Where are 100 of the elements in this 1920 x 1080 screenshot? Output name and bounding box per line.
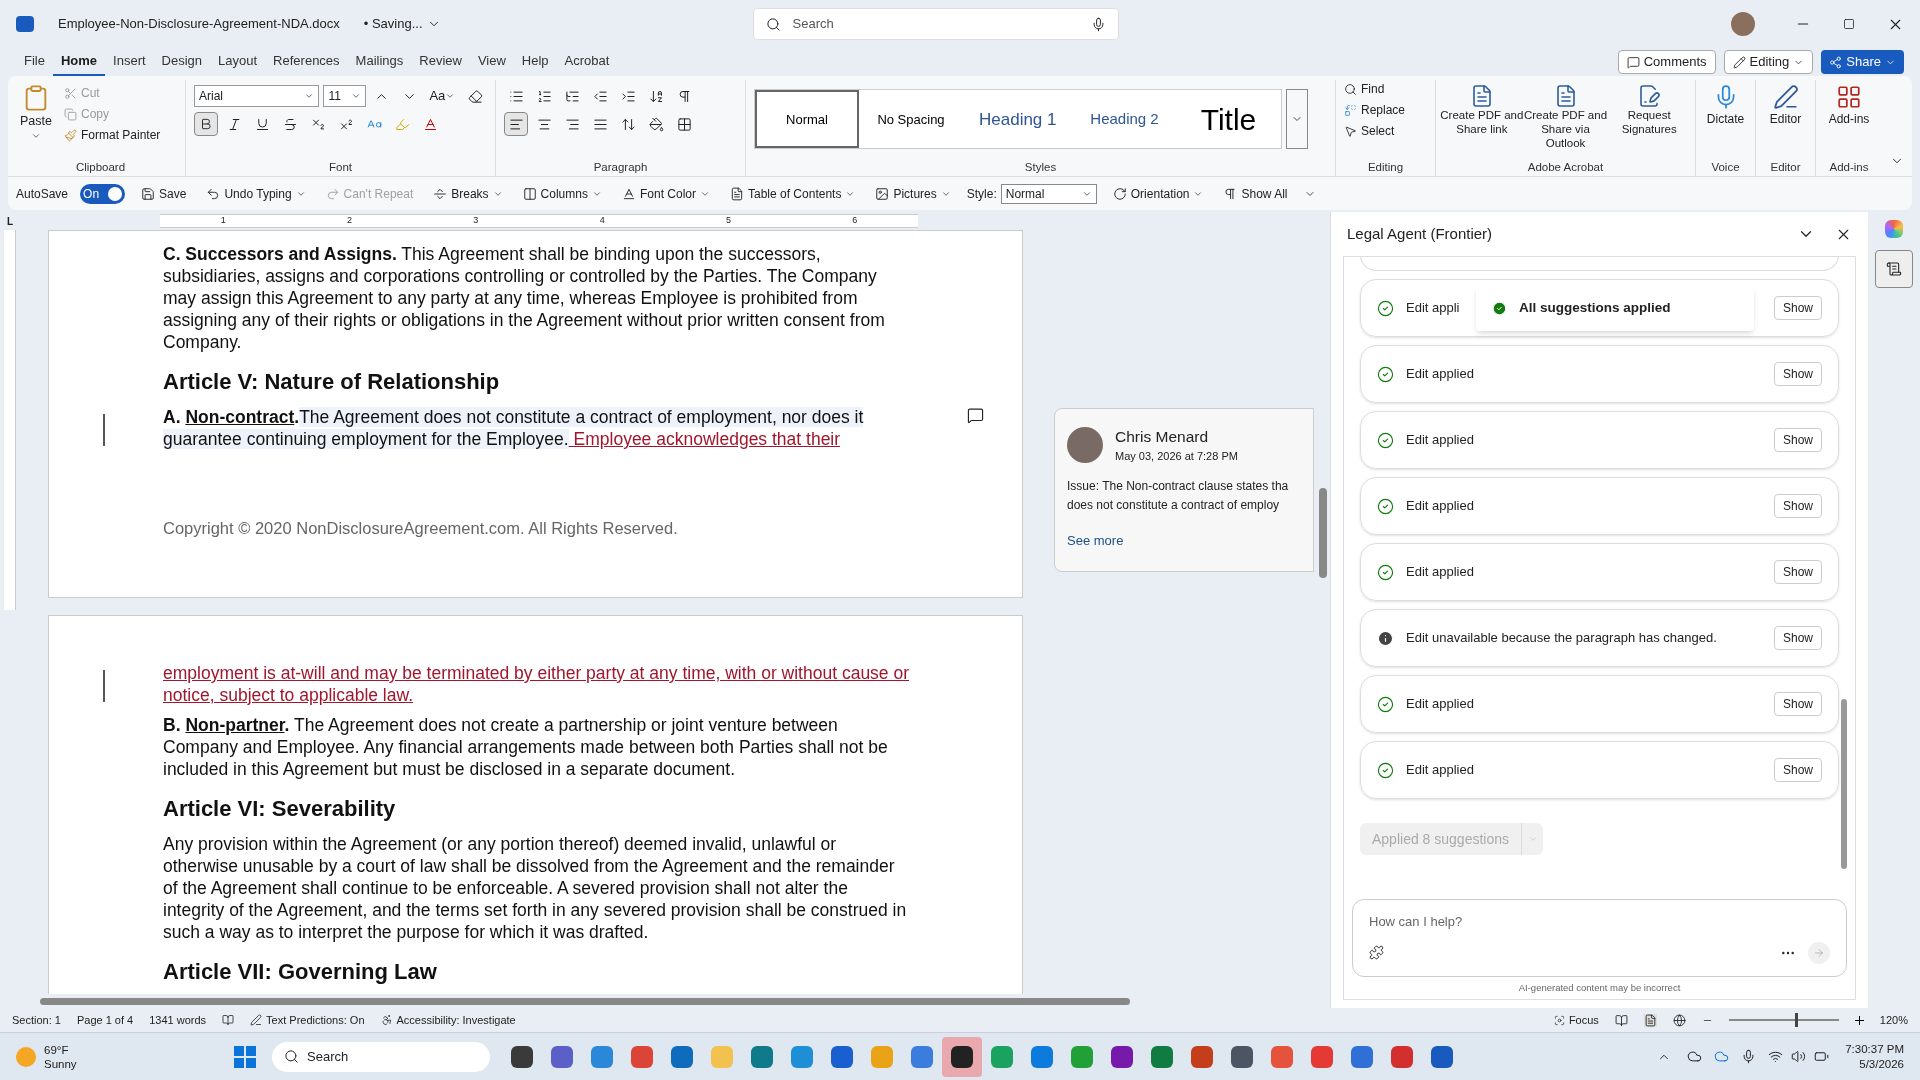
- bold-icon[interactable]: [199, 117, 213, 131]
- toolbar-button[interactable]: Orientation: [1108, 181, 1208, 206]
- menu-tab[interactable]: Review: [411, 48, 470, 76]
- decrease-indent-icon[interactable]: [592, 88, 608, 104]
- volume-icon[interactable]: [1791, 1049, 1807, 1064]
- font-name-field[interactable]: Arial: [194, 85, 320, 107]
- align-right-icon[interactable]: [564, 116, 580, 132]
- puzzle-icon[interactable]: [1369, 945, 1384, 961]
- format-painter-button[interactable]: Format Painter: [64, 126, 161, 144]
- bullets-icon[interactable]: [508, 88, 524, 104]
- search-field[interactable]: Search: [752, 8, 1119, 40]
- menu-tab[interactable]: Help: [513, 48, 557, 76]
- menu-tab[interactable]: Insert: [105, 48, 154, 76]
- paint-bucket-icon[interactable]: [648, 116, 664, 132]
- toolbar-button[interactable]: Breaks: [429, 181, 507, 206]
- style-option[interactable]: Normal: [755, 90, 859, 149]
- toolbar-button[interactable]: Undo Typing: [202, 181, 310, 206]
- zoom-slider[interactable]: [1728, 1013, 1839, 1027]
- line-spacing-icon[interactable]: [620, 116, 636, 132]
- copilot-icon[interactable]: [1885, 220, 1903, 238]
- toolbar-button[interactable]: Pictures: [871, 181, 955, 206]
- microphone-icon[interactable]: [1741, 1049, 1757, 1064]
- font-size-field[interactable]: 11: [323, 85, 367, 107]
- show-button[interactable]: Show: [1773, 560, 1822, 584]
- restore-icon[interactable]: [1843, 18, 1855, 30]
- start-icon[interactable]: [234, 1045, 256, 1068]
- numbering-icon[interactable]: [536, 88, 552, 104]
- scroll-icon[interactable]: [1886, 261, 1902, 277]
- justify-icon[interactable]: [592, 116, 608, 132]
- select-button[interactable]: Select: [1344, 122, 1427, 140]
- show-button[interactable]: Show: [1773, 296, 1822, 320]
- acrobat-button[interactable]: Create PDF and Share link: [1440, 80, 1524, 159]
- menu-tab[interactable]: View: [469, 48, 514, 76]
- see-more-link[interactable]: See more: [1067, 530, 1301, 551]
- chat-input-field[interactable]: How can I help?: [1352, 898, 1847, 977]
- book-icon[interactable]: [222, 1014, 235, 1026]
- superscript-icon[interactable]: [338, 116, 354, 132]
- show-button[interactable]: Show: [1773, 362, 1822, 386]
- sort-icon[interactable]: [648, 88, 664, 104]
- autosave-toggle[interactable]: On: [80, 183, 126, 204]
- menu-tab[interactable]: Layout: [210, 48, 266, 76]
- wifi-icon[interactable]: [1768, 1049, 1784, 1064]
- align-left-icon[interactable]: [508, 116, 524, 132]
- zoom-thumb[interactable]: [1794, 1013, 1798, 1027]
- menu-tab[interactable]: References: [265, 48, 348, 76]
- italic-icon[interactable]: [226, 116, 242, 132]
- show-button[interactable]: Show: [1773, 626, 1822, 650]
- toolbar-button[interactable]: Font Color: [617, 181, 714, 206]
- toolbar-button[interactable]: Columns: [518, 181, 606, 206]
- style-option[interactable]: Heading 2: [1072, 90, 1177, 149]
- style-field[interactable]: Normal: [1000, 183, 1097, 204]
- find-button[interactable]: Find: [1344, 80, 1427, 98]
- style-option[interactable]: Heading 1: [963, 90, 1073, 149]
- acrobat-button[interactable]: Create PDF and Share via Outlook: [1523, 80, 1608, 159]
- menu-tab[interactable]: Design: [153, 48, 211, 76]
- pilcrow-icon[interactable]: [676, 88, 692, 104]
- share-button[interactable]: Share: [1821, 50, 1904, 74]
- taskbar-app[interactable]: [942, 1036, 982, 1077]
- clock-date[interactable]: 5/3/2026: [1859, 1056, 1904, 1072]
- avatar[interactable]: [1731, 12, 1755, 36]
- comment-icon[interactable]: [967, 407, 984, 424]
- align-center-icon[interactable]: [536, 116, 552, 132]
- zoom-in-icon[interactable]: [1854, 1015, 1864, 1025]
- tab-selector[interactable]: L: [0, 213, 20, 229]
- book-icon[interactable]: [1614, 1013, 1628, 1027]
- toolbar-button[interactable]: Save: [137, 181, 191, 206]
- underline-icon[interactable]: [254, 116, 270, 132]
- toolbar-button[interactable]: Table of Contents: [726, 181, 860, 206]
- style-option[interactable]: Title: [1176, 90, 1281, 149]
- menu-tab[interactable]: File: [16, 48, 53, 76]
- show-button[interactable]: Show: [1773, 758, 1822, 782]
- increase-indent-icon[interactable]: [620, 88, 636, 104]
- text-predictions-status[interactable]: Text Predictions: On: [250, 1011, 365, 1029]
- document-icon[interactable]: [1643, 1013, 1657, 1027]
- add-ins-button[interactable]: Add-ins: [1816, 80, 1882, 159]
- cloud-icon[interactable]: [1687, 1049, 1703, 1064]
- clock-time[interactable]: 7:30:37 PM: [1845, 1041, 1904, 1057]
- word-count[interactable]: 1341 words: [149, 1011, 207, 1029]
- editor-button[interactable]: Editor: [1756, 80, 1815, 159]
- editing-button[interactable]: Editing: [1723, 50, 1814, 74]
- borders-icon[interactable]: [676, 116, 692, 132]
- menu-tab[interactable]: Acrobat: [556, 48, 618, 76]
- show-button[interactable]: Show: [1773, 494, 1822, 518]
- menu-tab[interactable]: Mailings: [347, 48, 412, 76]
- battery-icon[interactable]: [1814, 1049, 1830, 1064]
- toolbar-button[interactable]: Show All: [1219, 181, 1292, 206]
- multilevel-list-icon[interactable]: [564, 88, 580, 104]
- change-case-button[interactable]: Aa: [425, 86, 460, 106]
- comments-button[interactable]: Comments: [1617, 50, 1716, 74]
- globe-icon[interactable]: [1672, 1013, 1686, 1027]
- dictate-button[interactable]: Dictate: [1696, 80, 1755, 159]
- show-button[interactable]: Show: [1773, 692, 1822, 716]
- show-button[interactable]: Show: [1773, 428, 1822, 452]
- accessibility-status[interactable]: Accessibility: Investigate: [380, 1011, 516, 1029]
- page-status[interactable]: Page 1 of 4: [76, 1011, 134, 1029]
- replace-button[interactable]: Replace: [1344, 101, 1427, 119]
- strikethrough-icon[interactable]: [282, 116, 298, 132]
- font-color-icon[interactable]: [422, 116, 438, 132]
- paste-button[interactable]: Paste: [16, 80, 56, 159]
- focus-button[interactable]: Focus: [1553, 1011, 1599, 1029]
